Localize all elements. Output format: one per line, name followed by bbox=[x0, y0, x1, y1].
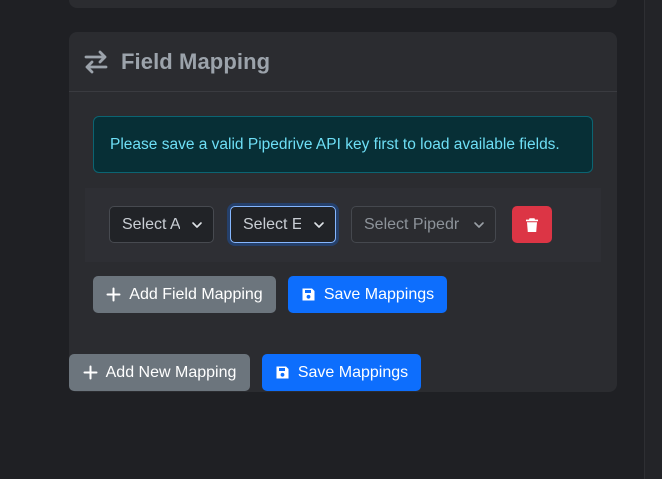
trash-icon bbox=[526, 217, 538, 232]
previous-card bbox=[69, 0, 617, 8]
chevron-down-icon bbox=[192, 222, 202, 228]
add-new-mapping-label: Add New Mapping bbox=[105, 363, 237, 381]
add-new-mapping-button[interactable]: Add New Mapping bbox=[69, 354, 250, 391]
alert-text: Please save a valid Pipedrive API key fi… bbox=[110, 135, 560, 153]
save-mappings-label: Save Mappings bbox=[323, 285, 435, 303]
chevron-down-icon bbox=[314, 222, 324, 228]
page: Field Mapping Please save a valid Pipedr… bbox=[0, 0, 662, 479]
plus-icon bbox=[106, 287, 121, 302]
save-mappings-button[interactable]: Save Mappings bbox=[288, 276, 447, 313]
field-select-b[interactable]: Select E bbox=[230, 206, 336, 243]
field-mapping-card: Field Mapping Please save a valid Pipedr… bbox=[69, 32, 617, 392]
field-select-b-value: Select E bbox=[243, 215, 301, 233]
card-header: Field Mapping bbox=[69, 32, 617, 92]
add-field-mapping-label: Add Field Mapping bbox=[129, 285, 263, 303]
chevron-down-icon bbox=[474, 222, 484, 228]
save-all-mappings-button[interactable]: Save Mappings bbox=[262, 354, 421, 391]
card-title: Field Mapping bbox=[121, 48, 271, 74]
add-field-mapping-button[interactable]: Add Field Mapping bbox=[93, 276, 276, 313]
mapping-row: Select A Select E Select Pipedr bbox=[85, 188, 601, 262]
pipedrive-field-select-value: Select Pipedr bbox=[364, 215, 460, 233]
field-select-a-value: Select A bbox=[122, 215, 180, 233]
pipedrive-field-select[interactable]: Select Pipedr bbox=[351, 206, 496, 243]
scrollbar[interactable] bbox=[644, 0, 662, 479]
save-icon bbox=[276, 366, 289, 379]
api-key-alert: Please save a valid Pipedrive API key fi… bbox=[93, 116, 593, 173]
save-all-mappings-label: Save Mappings bbox=[297, 363, 409, 381]
arrows-exchange-icon bbox=[84, 50, 108, 73]
field-select-a[interactable]: Select A bbox=[109, 206, 214, 243]
delete-mapping-button[interactable] bbox=[512, 206, 552, 243]
save-icon bbox=[302, 288, 315, 301]
plus-icon bbox=[83, 365, 98, 380]
